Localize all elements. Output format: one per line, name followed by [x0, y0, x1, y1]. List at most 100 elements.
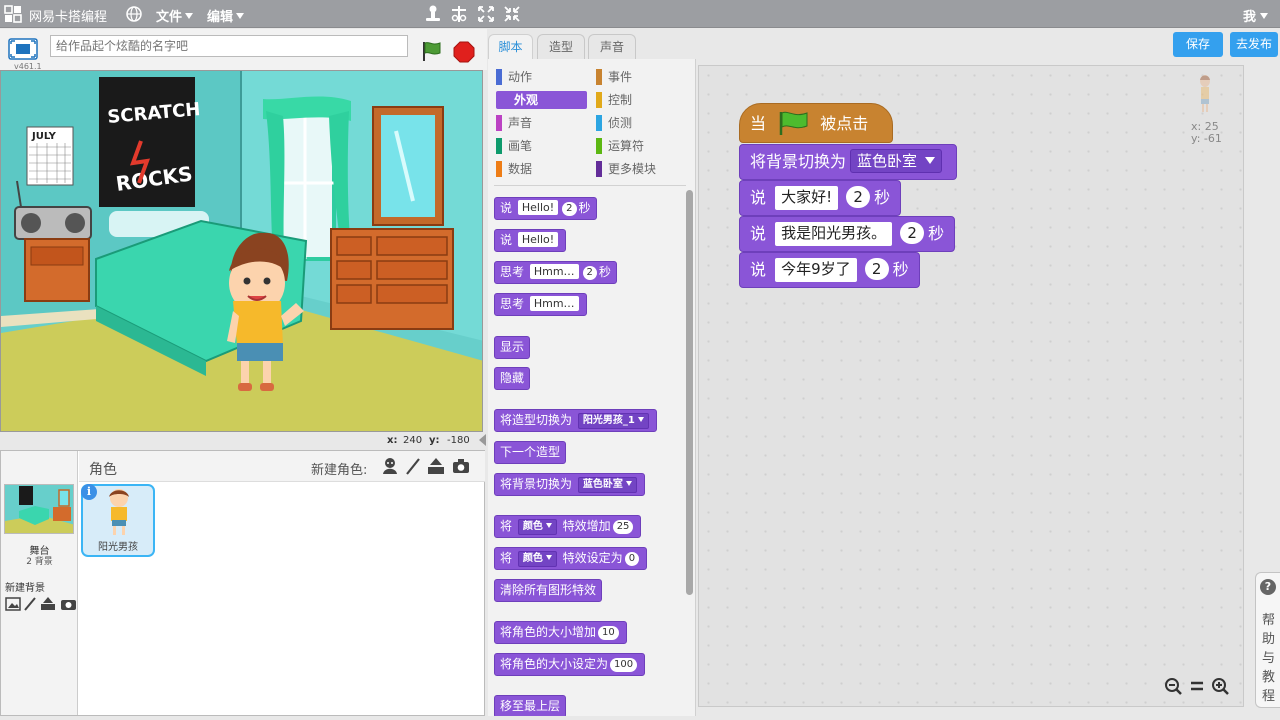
chevron-down-icon	[545, 523, 552, 528]
block-set-effect[interactable]: 将 颜色 特效设定为 0	[494, 547, 648, 570]
tab-costumes[interactable]: 造型	[537, 34, 585, 59]
duplicate-stamp-icon[interactable]	[423, 4, 443, 24]
block-text-input[interactable]: 大家好!	[775, 186, 839, 210]
stage-thumbnail[interactable]	[4, 484, 74, 534]
block-number-input[interactable]: 2	[846, 186, 871, 208]
sprite-info-icon[interactable]: i	[81, 484, 97, 500]
save-button[interactable]: 保存	[1173, 32, 1223, 57]
script-switch-backdrop[interactable]: 将背景切换为 蓝色卧室	[739, 144, 958, 180]
language-globe-icon[interactable]	[125, 5, 143, 23]
costume-dropdown[interactable]: 阳光男孩_1	[577, 413, 649, 429]
category-events[interactable]: 事件	[596, 66, 688, 88]
edit-menu[interactable]: 编辑	[207, 6, 245, 25]
block-next-costume[interactable]: 下一个造型	[494, 441, 567, 464]
user-menu[interactable]: 我	[1243, 6, 1268, 25]
publish-button[interactable]: 去发布	[1230, 32, 1278, 57]
script-say-1[interactable]: 说 大家好! 2 秒	[739, 180, 902, 216]
block-text: 说	[750, 188, 767, 207]
block-clear-effects[interactable]: 清除所有图形特效	[494, 579, 603, 602]
collapse-stage-icon[interactable]	[478, 433, 487, 447]
tab-scripts[interactable]: 脚本	[488, 34, 533, 59]
block-switch-costume[interactable]: 将造型切换为 阳光男孩_1	[494, 409, 657, 432]
help-tab[interactable]: ? 帮 助 与 教 程	[1255, 572, 1280, 708]
category-sensing[interactable]: 侦测	[596, 112, 688, 134]
script-say-2[interactable]: 说 我是阳光男孩。 2 秒	[739, 216, 956, 252]
grow-icon[interactable]	[476, 4, 496, 24]
boy-thumbnail	[109, 489, 129, 535]
cut-scissors-icon[interactable]	[449, 4, 469, 24]
block-number-input[interactable]: 100	[610, 658, 638, 672]
block-text-input[interactable]: 我是阳光男孩。	[775, 222, 893, 246]
stage-canvas[interactable]: SCRATCH ROCKS JULY	[0, 70, 483, 432]
palette-scrollbar[interactable]	[686, 190, 693, 595]
script-say-3[interactable]: 说 今年9岁了 2 秒	[739, 252, 920, 288]
block-say[interactable]: 说 Hello!	[494, 229, 567, 252]
sprite-tile[interactable]: i 阳光男孩	[81, 484, 155, 557]
when-flag-clicked-block[interactable]: 当 被点击	[739, 103, 893, 143]
block-number-input[interactable]: 2	[900, 222, 925, 244]
tab-sounds[interactable]: 声音	[588, 34, 636, 59]
project-title-input[interactable]	[50, 35, 408, 57]
block-text-input[interactable]: Hello!	[517, 200, 559, 215]
current-sprite-icon	[1200, 75, 1210, 112]
category-pen[interactable]: 画笔	[496, 135, 588, 157]
block-text: 当	[750, 114, 767, 133]
stage-thumbnail-image	[5, 485, 73, 533]
block-text-input[interactable]: Hello!	[517, 232, 559, 247]
green-flag-icon[interactable]	[420, 39, 444, 63]
block-number-input[interactable]: 2	[864, 258, 889, 280]
block-hide[interactable]: 隐藏	[494, 367, 531, 390]
block-number-input[interactable]: 0	[624, 552, 640, 566]
block-think[interactable]: 思考 Hmm…	[494, 293, 587, 316]
block-text-input[interactable]: Hmm…	[529, 296, 579, 311]
block-text: 将背景切换为	[500, 477, 573, 491]
camera-sprite-icon[interactable]	[451, 456, 471, 476]
block-set-size[interactable]: 将角色的大小设定为 100	[494, 653, 646, 676]
block-say-for-secs[interactable]: 说 Hello! 2 秒	[494, 197, 597, 220]
sprite-position: x: 25 y: -61	[1191, 121, 1222, 145]
block-go-to-front[interactable]: 移至最上层	[494, 695, 567, 716]
category-more-blocks[interactable]: 更多模块	[596, 158, 688, 180]
camera-backdrop-icon[interactable]	[61, 600, 76, 610]
backdrop-library-icon[interactable]	[5, 597, 21, 611]
block-text-input[interactable]: Hmm…	[529, 264, 579, 279]
zoom-out-icon[interactable]	[1164, 677, 1182, 695]
block-change-size[interactable]: 将角色的大小增加 10	[494, 621, 627, 644]
block-text: 秒	[598, 265, 611, 279]
category-data[interactable]: 数据	[496, 158, 588, 180]
backdrop-dropdown[interactable]: 蓝色卧室	[850, 149, 943, 173]
zoom-in-icon[interactable]	[1211, 677, 1229, 695]
effect-dropdown[interactable]: 颜色	[517, 519, 557, 535]
effect-dropdown[interactable]: 颜色	[517, 551, 557, 567]
paint-sprite-icon[interactable]	[403, 456, 423, 476]
dropdown-value: 蓝色卧室	[857, 152, 918, 170]
category-motion[interactable]: 动作	[496, 66, 588, 88]
shrink-icon[interactable]	[502, 4, 522, 24]
block-number-input[interactable]: 2	[582, 266, 597, 280]
upload-backdrop-icon[interactable]	[41, 597, 55, 610]
block-switch-backdrop[interactable]: 将背景切换为 蓝色卧室	[494, 473, 645, 496]
stop-icon[interactable]	[453, 41, 475, 63]
block-text: 清除所有图形特效	[500, 583, 597, 597]
category-sound[interactable]: 声音	[496, 112, 588, 134]
block-number-input[interactable]: 25	[612, 520, 634, 534]
block-show[interactable]: 显示	[494, 336, 531, 359]
block-number-input[interactable]: 2	[562, 202, 577, 216]
category-control[interactable]: 控制	[596, 89, 688, 111]
zoom-reset-icon[interactable]	[1188, 677, 1206, 695]
category-operators[interactable]: 运算符	[596, 135, 688, 157]
paint-backdrop-icon[interactable]	[24, 597, 36, 611]
file-menu[interactable]: 文件	[156, 6, 194, 25]
upload-sprite-icon[interactable]	[426, 456, 446, 476]
category-looks[interactable]: 外观	[496, 91, 587, 109]
block-think-for-secs[interactable]: 思考 Hmm… 2 秒	[494, 261, 617, 284]
block-text: 秒	[928, 224, 945, 243]
edit-menu-label: 编辑	[207, 10, 234, 25]
sprite-library-icon[interactable]	[380, 456, 400, 476]
fullscreen-icon[interactable]	[8, 38, 38, 60]
backdrop-dropdown[interactable]: 蓝色卧室	[577, 477, 637, 493]
block-number-input[interactable]: 10	[598, 626, 619, 640]
block-change-effect[interactable]: 将 颜色 特效增加 25	[494, 515, 642, 538]
block-text-input[interactable]: 今年9岁了	[775, 258, 857, 282]
kada-logo-icon[interactable]	[4, 5, 22, 23]
